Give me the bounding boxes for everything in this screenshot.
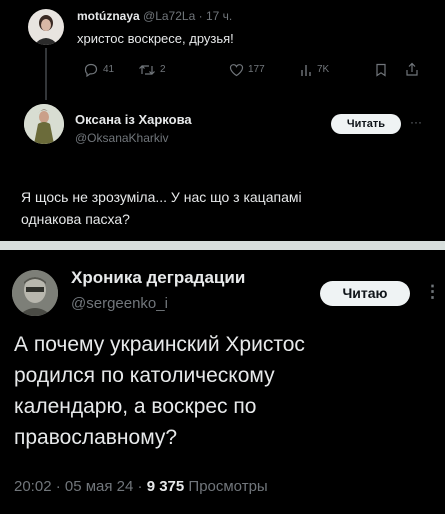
tweet1-text: христос воскресе, друзья! — [77, 31, 234, 46]
bookmark-icon[interactable] — [375, 63, 387, 77]
avatar-motuznaya[interactable] — [28, 9, 64, 45]
tweet3-views-label: Просмотры — [188, 478, 268, 495]
tweet3-text-line-2: родился по католическому — [14, 364, 275, 387]
tweet2-text-line-1: Я щось не зрозуміла... У нас що з кацапа… — [21, 189, 302, 205]
more-options-icon-2[interactable]: ⋮ — [424, 282, 441, 302]
retweet-count: 2 — [160, 64, 166, 75]
tweet1-header: motúznaya @La72La · 17 ч. — [77, 9, 233, 23]
tweet1-handle[interactable]: @La72La — [143, 9, 195, 23]
tweet2-author-name[interactable]: Оксана із Харкова — [75, 112, 192, 127]
tweet1-time[interactable]: 17 ч. — [206, 9, 232, 23]
more-options-icon[interactable]: ··· — [410, 115, 422, 129]
avatar-oksana[interactable] — [24, 104, 64, 144]
following-button[interactable]: Читаю — [320, 281, 410, 306]
views-icon[interactable] — [300, 63, 312, 77]
like-count: 177 — [248, 64, 265, 75]
tweet2-text-line-2: однакова пасха? — [21, 211, 130, 227]
tweet3-author-name[interactable]: Хроника деградации — [71, 268, 245, 288]
tweet3-views-count: 9 375 — [146, 478, 185, 495]
tweet1-author-name[interactable]: motúznaya — [77, 9, 140, 23]
tweet3-text-line-1: А почему украинский Христос — [14, 333, 305, 356]
avatar-sergeenko[interactable] — [12, 270, 58, 316]
tweet3-text-line-3: календарю, а воскрес по — [14, 395, 257, 418]
like-icon[interactable] — [229, 63, 244, 77]
screenshot-divider — [0, 241, 445, 250]
retweet-icon[interactable] — [138, 63, 156, 77]
views-count: 7K — [317, 64, 330, 75]
reply-icon[interactable] — [84, 63, 98, 77]
tweet3-handle[interactable]: @sergeenko_i — [71, 295, 168, 312]
thread-line — [45, 48, 47, 100]
tweet2-handle[interactable]: @OksanaKharkiv — [75, 131, 169, 145]
tweet3-timestamp[interactable]: 20:02 · 05 мая 24 · — [14, 478, 143, 495]
reply-count: 41 — [103, 64, 115, 75]
tweet3-text-line-4: православному? — [14, 426, 178, 449]
follow-button[interactable]: Читать — [331, 114, 401, 134]
share-icon[interactable] — [405, 62, 419, 77]
tweet3-meta: 20:02 · 05 мая 24 · 9 375 Просмотры — [14, 478, 268, 495]
